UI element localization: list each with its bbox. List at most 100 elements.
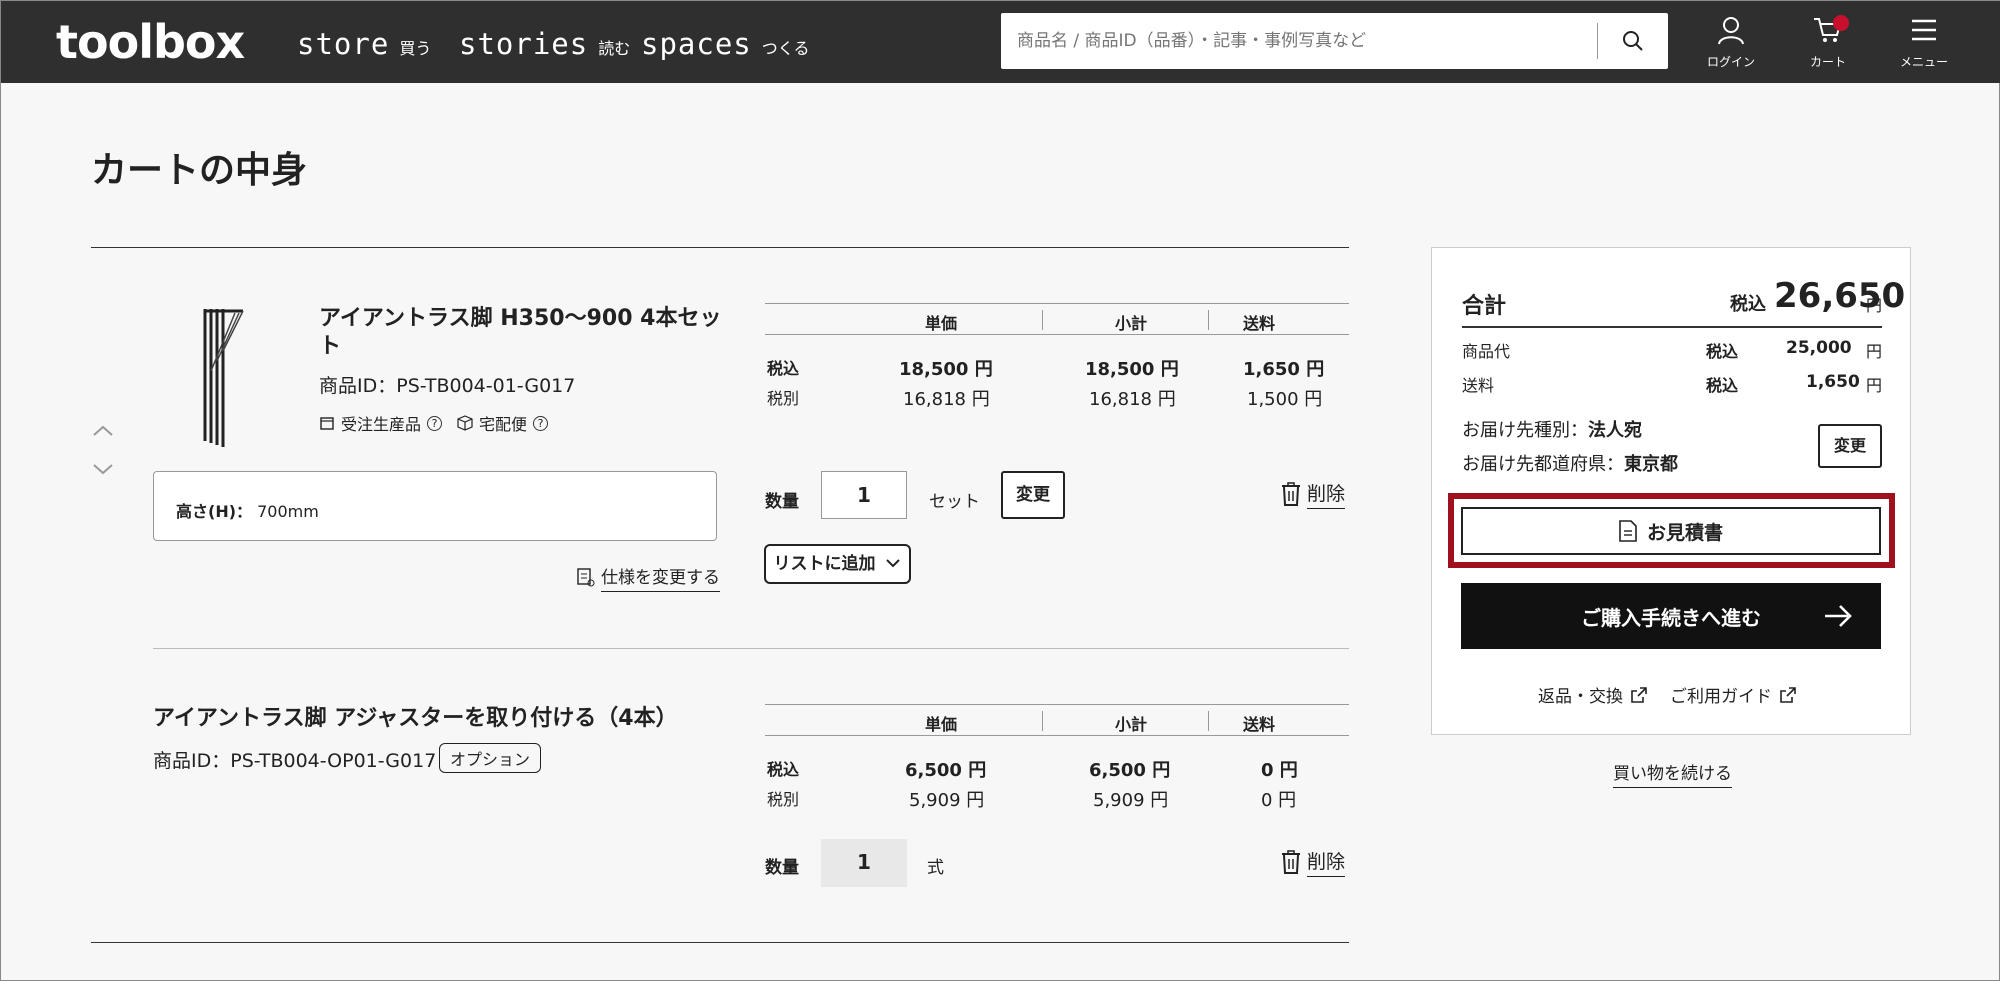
cart-button[interactable]: カート (1793, 13, 1863, 73)
cart-bottom-divider (91, 942, 1349, 943)
goods-value: 25,000 (1786, 338, 1852, 358)
shipping-tax-ex: 1,500 円 (1247, 389, 1323, 410)
quote-label: お見積書 (1646, 521, 1723, 544)
nav-spaces[interactable]: spaces つくる (641, 27, 809, 61)
change-quantity-button[interactable]: 変更 (1001, 471, 1065, 519)
nav-spaces-sub: つくる (761, 39, 810, 58)
product-name[interactable]: アイアントラス脚 H350〜900 4本セッ ト (319, 305, 721, 361)
unit-price-tax-ex: 5,909 円 (909, 790, 985, 811)
quantity-unit: セット (929, 492, 980, 512)
shipping-row: 送料 税込 1,650 円 (1462, 372, 1882, 402)
add-to-list-button[interactable]: リストに追加 (764, 544, 911, 584)
user-icon (1718, 17, 1744, 45)
quantity-input[interactable]: 1 (821, 471, 907, 519)
price-table-item1: 単価 小計 送料 税込 18,500 円 18,500 円 1,650 円 税別… (765, 303, 1349, 415)
option-badge: オプション (439, 743, 542, 773)
change-spec-link[interactable]: 仕様を変更する (601, 563, 720, 592)
nav-store[interactable]: store 買う (297, 27, 431, 61)
total-value: 26,650 (1774, 276, 1906, 316)
delete-label: 削除 (1307, 847, 1346, 877)
option-product-id: 商品ID：PS-TB004-OP01-G017 (153, 750, 437, 772)
destination-pref-value: 東京都 (1624, 454, 1678, 475)
external-link-icon (1780, 686, 1796, 703)
col-subtotal: 小計 (1115, 715, 1148, 734)
edit-spec-icon (577, 568, 595, 587)
shipping-tax-in: 1,650 円 (1243, 359, 1325, 380)
total-row: 合計 税込 26,650 円 (1462, 276, 1905, 328)
col-subtotal: 小計 (1115, 314, 1148, 333)
login-label: ログイン (1706, 55, 1755, 69)
checkout-button[interactable]: ご購入手続きへ進む (1461, 583, 1881, 649)
chevron-up-icon[interactable] (91, 419, 115, 443)
spec-box: 高さ(H)： 700mm (153, 471, 717, 541)
col-shipping: 送料 (1243, 314, 1276, 333)
subtotal-tax-ex: 16,818 円 (1089, 389, 1176, 410)
option-name[interactable]: アイアントラス脚 アジャスターを取り付ける（4本） (153, 705, 678, 733)
trash-icon (1282, 850, 1300, 874)
made-to-order-label: 受注生産品 (341, 415, 422, 434)
nav-stories-sub: 読む (598, 39, 631, 58)
goods-yen: 円 (1866, 342, 1883, 361)
shipping-tax-label: 税込 (1706, 376, 1739, 395)
guide-label: ご利用ガイド (1670, 687, 1772, 707)
chevron-down-icon[interactable] (91, 457, 115, 481)
menu-label: メニュー (1899, 55, 1948, 69)
destination-pref-label: お届け先都道府県： (1462, 454, 1624, 475)
box-icon (457, 415, 473, 431)
add-to-list-label: リストに追加 (773, 554, 876, 574)
checkout-label: ご購入手続きへ進む (1581, 605, 1761, 630)
search-button[interactable] (1611, 23, 1655, 59)
help-icon[interactable]: ? (533, 415, 549, 431)
cart-top-divider (91, 247, 1349, 248)
destination-type-value: 法人宛 (1588, 420, 1642, 441)
delivery-label: 宅配便 (479, 415, 528, 434)
delete-item2-button[interactable]: 削除 (1281, 847, 1346, 877)
item-divider (153, 648, 1349, 649)
delete-item1-button[interactable]: 削除 (1281, 479, 1346, 509)
row-tax-excluded: 税別 5,909 円 5,909 円 0 円 (765, 786, 1349, 816)
quantity-label: 数量 (765, 858, 799, 878)
price-table-header: 単価 小計 送料 (765, 704, 1349, 736)
search-input[interactable] (1015, 23, 1585, 59)
cart-label: カート (1809, 55, 1846, 69)
product-thumbnail[interactable] (181, 301, 271, 451)
nav-store-label: store (297, 27, 390, 61)
shipping-tax-in: 0 円 (1261, 760, 1298, 781)
nav-stories[interactable]: stories 読む (459, 27, 630, 61)
col-separator (1042, 310, 1043, 330)
nav-spaces-label: spaces (641, 27, 752, 61)
site-logo[interactable]: toolbox (56, 15, 245, 69)
hamburger-icon (1912, 19, 1936, 41)
guide-link[interactable]: ご利用ガイド (1670, 682, 1796, 707)
unit-price-tax-ex: 16,818 円 (903, 389, 990, 410)
unit-price-tax-in: 6,500 円 (905, 760, 987, 781)
subtotal-tax-ex: 5,909 円 (1093, 790, 1169, 811)
subtotal-tax-in: 6,500 円 (1089, 760, 1171, 781)
document-icon (1619, 520, 1637, 542)
goods-row: 商品代 税込 25,000 円 (1462, 338, 1882, 368)
total-label: 合計 (1462, 294, 1507, 319)
login-button[interactable]: ログイン (1696, 13, 1766, 73)
returns-link[interactable]: 返品・交換 (1538, 682, 1647, 707)
help-icon[interactable]: ? (427, 415, 443, 431)
product-name-line2: ト (319, 334, 342, 359)
search-bar (1001, 13, 1668, 69)
site-header: toolbox store 買う stories 読む spaces つくる ログイン… (1, 1, 2000, 83)
order-summary-card: 合計 税込 26,650 円 商品代 税込 25,000 円 送料 税込 1,6… (1431, 247, 1911, 735)
shipping-label: 送料 (1462, 376, 1495, 395)
continue-shopping-link[interactable]: 買い物を続ける (1613, 759, 1732, 788)
quantity-label: 数量 (765, 492, 799, 512)
price-table-header: 単価 小計 送料 (765, 303, 1349, 335)
product-name-line1: アイアントラス脚 H350〜900 4本セッ (319, 306, 722, 331)
row-tax-included: 税込 6,500 円 6,500 円 0 円 (765, 756, 1349, 786)
nav-stories-label: stories (459, 27, 589, 61)
goods-label: 商品代 (1462, 342, 1511, 361)
quote-button[interactable]: お見積書 (1461, 507, 1881, 555)
menu-button[interactable]: メニュー (1889, 13, 1959, 73)
change-destination-button[interactable]: 変更 (1818, 424, 1882, 468)
spec-label: 高さ(H)： (176, 502, 253, 521)
external-link-icon (1631, 686, 1647, 703)
arrow-right-icon (1825, 605, 1852, 627)
search-icon (1623, 31, 1643, 51)
page-title: カートの中身 (91, 150, 308, 191)
